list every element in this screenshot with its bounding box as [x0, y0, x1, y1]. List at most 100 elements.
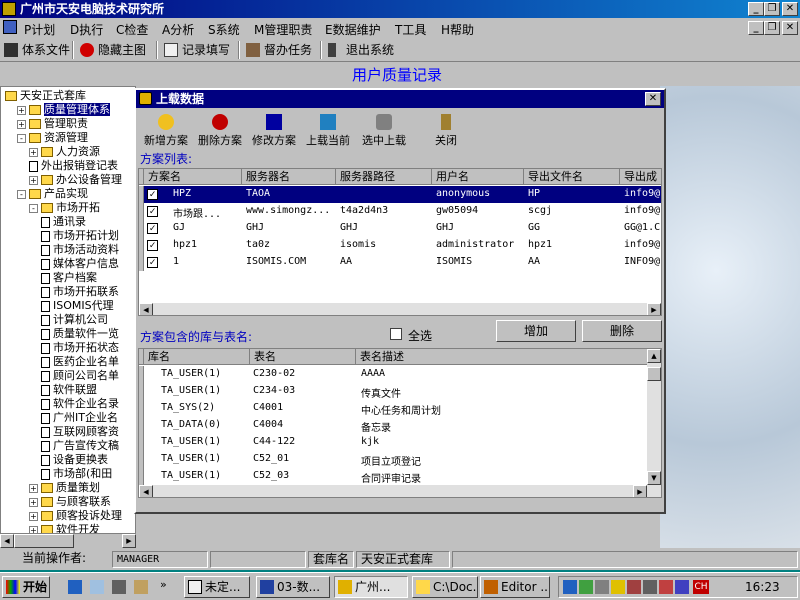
tree-node[interactable]: 市场开拓计划 — [41, 229, 119, 243]
col-table-desc[interactable]: 表名描述 — [356, 349, 649, 365]
upload-selected-button[interactable]: 选中上载 — [356, 114, 412, 148]
expand-icon[interactable]: + — [29, 511, 38, 521]
expand-icon[interactable]: + — [29, 147, 38, 157]
table-grid[interactable]: 库名 表名 表名描述 TA_USER(1) C230-02 AAAA TA_USER(… — [138, 348, 662, 498]
maximize-button[interactable]: ❐ — [764, 2, 780, 16]
supervise-task-button[interactable]: 督办任务 — [246, 41, 312, 59]
menu-check[interactable]: C检查 — [116, 21, 148, 38]
table-row[interactable]: TA_USER(1) C234-03 传真文件 — [139, 383, 647, 400]
tray-icon[interactable] — [659, 580, 673, 594]
menu-system[interactable]: S系统 — [208, 21, 240, 38]
table-row[interactable]: TA_USER(1) C52_03 合同评审记录 — [139, 468, 647, 485]
tree-node[interactable]: 市场开拓状态 — [41, 341, 119, 355]
plan-grid[interactable]: 方案名 服务器名 服务器路径 用户名 导出文件名 导出成 ✓ HPZ TAOA ano… — [138, 168, 662, 316]
task-editor[interactable]: Editor ... — [480, 576, 550, 598]
col-export-to[interactable]: 导出成 — [620, 169, 661, 185]
exit-system-button[interactable]: 退出系统 — [328, 41, 394, 59]
plan-checkbox[interactable]: ✓ — [147, 206, 158, 217]
select-all-checkbox[interactable] — [390, 328, 402, 340]
outlook-icon[interactable] — [90, 580, 104, 594]
ime-indicator[interactable]: CH — [693, 580, 709, 594]
tree-node[interactable]: + 管理职责 — [17, 117, 88, 131]
menu-plan[interactable]: P计划 — [24, 21, 55, 38]
tree-node[interactable]: - 市场开拓 — [29, 201, 100, 215]
tree-node[interactable]: 媒体客户信息 — [41, 257, 119, 271]
desktop-icon[interactable] — [112, 580, 126, 594]
plan-row[interactable]: ✓ 1 ISOMIS.COM AA ISOMIS AA INFO9@ — [139, 254, 661, 271]
plan-row[interactable]: ✓ 市场跟... www.simongz... t4a2d4n3 gw05094 scgj… — [139, 203, 661, 220]
app-title-bar[interactable]: 广州市天安电脑技术研究所 _ ❐ ✕ — [0, 0, 800, 18]
tree-node[interactable]: 设备更换表 — [41, 453, 108, 467]
add-plan-button[interactable]: 新增方案 — [138, 114, 194, 148]
scroll-right-button[interactable]: ▶ — [647, 303, 661, 315]
module-tree[interactable]: 天安正式套库 + 质量管理体系 + 管理职责 - 资源管理 + 人力资源 外出报销登记表 + 办公设备… — [0, 86, 136, 534]
col-export-file[interactable]: 导出文件名 — [524, 169, 620, 185]
dialog-close-button[interactable]: ✕ — [645, 92, 661, 106]
menu-help[interactable]: H帮助 — [441, 21, 474, 38]
hide-main-button[interactable]: 隐藏主图 — [80, 41, 146, 59]
expand-icon[interactable]: + — [29, 483, 38, 493]
table-row[interactable]: TA_USER(1) C52_01 项目立项登记 — [139, 451, 647, 468]
start-button[interactable]: 开始 — [2, 576, 50, 598]
menu-tools[interactable]: T工具 — [395, 21, 426, 38]
tree-node[interactable]: 通讯录 — [41, 215, 86, 229]
menu-data[interactable]: E数据维护 — [325, 21, 381, 38]
tree-node[interactable]: 软件联盟 — [41, 383, 97, 397]
menu-analyze[interactable]: A分析 — [162, 21, 194, 38]
scroll-left-button[interactable]: ◀ — [139, 303, 153, 315]
scroll-up-button[interactable]: ▲ — [647, 349, 661, 363]
col-db-name[interactable]: 库名 — [144, 349, 250, 365]
tray-icon[interactable] — [675, 580, 689, 594]
tree-node[interactable]: 广告宣传文稿 — [41, 439, 119, 453]
plan-row[interactable]: ✓ HPZ TAOA anonymous HP info9@ — [139, 186, 661, 203]
tree-node[interactable]: 市场开拓联系 — [41, 285, 119, 299]
ie-icon[interactable] — [68, 580, 82, 594]
tree-node[interactable]: 市场部(和田 — [41, 467, 112, 481]
task-guangzhou[interactable]: 广州... — [334, 576, 408, 598]
menu-mgmt[interactable]: M管理职责 — [254, 21, 312, 38]
tray-icon[interactable] — [563, 580, 577, 594]
scroll-thumb[interactable] — [647, 367, 661, 381]
scroll-down-button[interactable]: ▼ — [647, 471, 661, 485]
doc-minimize-button[interactable]: _ — [748, 21, 764, 35]
close-dialog-button[interactable]: 关闭 — [418, 114, 474, 148]
tray-icon[interactable] — [611, 580, 625, 594]
scroll-right-button[interactable]: ▶ — [633, 485, 647, 497]
table-row[interactable]: TA_DATA(0) C4004 备忘录 — [139, 417, 647, 434]
tree-node[interactable]: 质量软件一览 — [41, 327, 119, 341]
tree-node[interactable]: + 软件开发 — [29, 523, 100, 533]
tree-node[interactable]: 软件企业名录 — [41, 397, 119, 411]
col-user-name[interactable]: 用户名 — [432, 169, 524, 185]
col-table-name[interactable]: 表名 — [250, 349, 356, 365]
tree-node[interactable]: 客户档案 — [41, 271, 97, 285]
scroll-right-button[interactable]: ▶ — [122, 534, 136, 548]
tree-hscrollbar[interactable]: ◀ ▶ — [0, 534, 136, 548]
collapse-icon[interactable]: - — [29, 203, 38, 213]
tree-node[interactable]: - 产品实现 — [17, 187, 88, 201]
tree-node[interactable]: + 质量策划 — [29, 481, 100, 495]
tray-icon[interactable] — [579, 580, 593, 594]
tree-node[interactable]: + 顾客投诉处理 — [29, 509, 122, 523]
fill-record-button[interactable]: 记录填写 — [164, 41, 230, 59]
expand-icon[interactable]: + — [29, 497, 38, 507]
plan-hscrollbar[interactable]: ◀ ▶ — [139, 303, 661, 315]
table-vscrollbar[interactable]: ▲ ▼ — [647, 349, 661, 485]
app-menu-icon[interactable] — [3, 20, 17, 34]
tray-icon[interactable] — [643, 580, 657, 594]
tree-node[interactable]: 计算机公司 — [41, 313, 108, 327]
tree-node[interactable]: + 人力资源 — [29, 145, 100, 159]
tree-node[interactable]: 天安正式套库 — [5, 89, 86, 103]
add-table-button[interactable]: 增加 — [496, 320, 576, 342]
scroll-left-button[interactable]: ◀ — [0, 534, 14, 548]
doc-restore-button[interactable]: ❐ — [764, 21, 780, 35]
upload-current-button[interactable]: 上载当前 — [300, 114, 356, 148]
more-quicklaunch-icon[interactable]: » — [160, 578, 167, 591]
col-server-name[interactable]: 服务器名 — [242, 169, 336, 185]
tree-node[interactable]: + 办公设备管理 — [29, 173, 122, 187]
expand-icon[interactable]: + — [17, 105, 26, 115]
plan-checkbox[interactable]: ✓ — [147, 223, 158, 234]
tree-node[interactable]: 医药企业名单 — [41, 355, 119, 369]
expand-icon[interactable]: + — [29, 175, 38, 185]
col-server-path[interactable]: 服务器路径 — [336, 169, 432, 185]
tree-node[interactable]: + 质量管理体系 — [17, 103, 110, 117]
